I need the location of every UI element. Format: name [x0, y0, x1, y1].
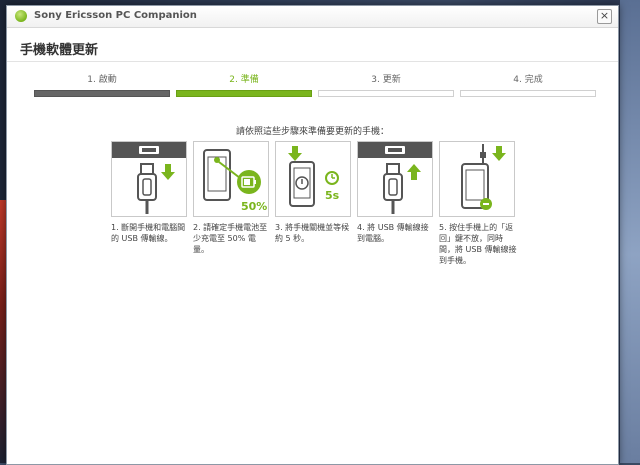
step-progress: 1. 啟動 2. 準備 3. 更新 4. 完成 — [34, 72, 599, 100]
card-text: 5. 按住手機上的「返回」鍵不放，同時間，將 USB 傳輸線接到手機。 — [439, 223, 517, 265]
step-bar — [460, 90, 596, 97]
usb-unplug-icon — [111, 141, 187, 217]
close-button[interactable]: × — [597, 9, 612, 24]
app-window: Sony Ericsson PC Companion × 手機軟體更新 1. 啟… — [6, 5, 619, 465]
divider — [7, 61, 618, 62]
step-start: 1. 啟動 — [34, 72, 170, 100]
step-finish: 4. 完成 — [460, 72, 596, 100]
battery-badge: 50% — [241, 200, 267, 213]
phone-power-off-icon: 5s — [275, 141, 351, 217]
step-label: 4. 完成 — [513, 75, 543, 85]
desktop-background-right — [620, 0, 640, 463]
card-power-off: 5s 3. 將手機關機並等候約 5 秒。 — [275, 141, 351, 244]
time-badge: 5s — [325, 189, 340, 202]
app-logo-icon — [15, 10, 27, 22]
step-bar — [34, 90, 170, 97]
card-text: 4. 將 USB 傳輸線接到電腦。 — [357, 223, 429, 243]
step-label: 2. 準備 — [229, 75, 259, 85]
card-text: 3. 將手機關機並等候約 5 秒。 — [275, 223, 350, 243]
title-bar: Sony Ericsson PC Companion × — [7, 6, 618, 28]
step-label: 3. 更新 — [371, 75, 401, 85]
step-bar — [318, 90, 454, 97]
step-label: 1. 啟動 — [87, 75, 117, 85]
step-bar — [176, 90, 312, 97]
app-title: Sony Ericsson PC Companion — [34, 10, 197, 21]
phone-connect-icon — [439, 141, 515, 217]
step-prepare: 2. 準備 — [176, 72, 312, 100]
card-plug-usb: 4. 將 USB 傳輸線接到電腦。 — [357, 141, 433, 244]
card-connect-phone: 5. 按住手機上的「返回」鍵不放，同時間，將 USB 傳輸線接到手機。 — [439, 141, 517, 266]
battery-charge-icon: 50% — [193, 141, 269, 217]
card-unplug-usb: 1. 斷開手機和電腦間的 USB 傳輸線。 — [111, 141, 187, 244]
card-text: 1. 斷開手機和電腦間的 USB 傳輸線。 — [111, 223, 186, 243]
card-battery: 50% 2. 請確定手機電池至少充電至 50% 電量。 — [193, 141, 269, 255]
step-update: 3. 更新 — [318, 72, 454, 100]
card-text: 2. 請確定手機電池至少充電至 50% 電量。 — [193, 223, 268, 254]
page-title: 手機軟體更新 — [20, 43, 99, 58]
instruction-text: 請依照這些步驟來準備要更新的手機： — [235, 127, 389, 137]
usb-plug-icon — [357, 141, 433, 217]
